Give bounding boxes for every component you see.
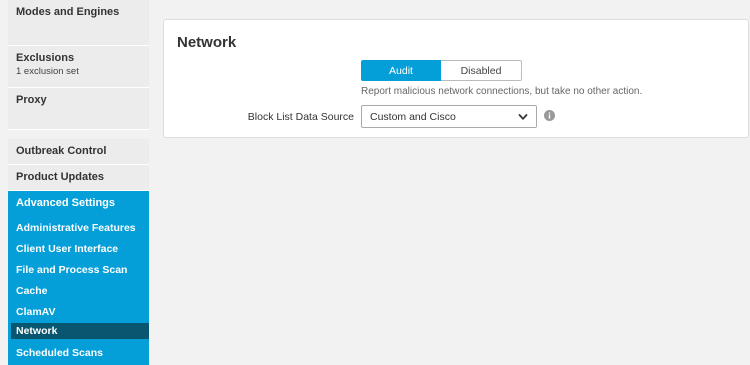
sidebar-item-advanced-settings[interactable]: Advanced Settings xyxy=(8,191,149,215)
sidebar-item-label: Proxy xyxy=(16,94,47,106)
sidebar-subitem-administrative-features[interactable]: Administrative Features xyxy=(11,220,149,236)
sidebar-item-subtitle: 1 exclusion set xyxy=(16,66,79,77)
sidebar-subitem-network[interactable]: Network xyxy=(11,323,149,339)
sidebar-item-label: Modes and Engines xyxy=(16,6,120,18)
sidebar: Modes and Engines Exclusions 1 exclusion… xyxy=(8,0,149,365)
sidebar-subitem-client-user-interface[interactable]: Client User Interface xyxy=(11,241,149,257)
sidebar-subitem-scheduled-scans[interactable]: Scheduled Scans xyxy=(11,345,149,361)
sidebar-subitem-file-and-process-scan[interactable]: File and Process Scan xyxy=(11,262,149,278)
disabled-mode-button[interactable]: Disabled xyxy=(441,60,522,81)
block-list-label: Block List Data Source xyxy=(247,111,354,123)
sidebar-item-modes-and-engines[interactable]: Modes and Engines xyxy=(8,0,149,46)
chevron-down-icon xyxy=(518,112,528,122)
network-settings-panel: Network Audit Disabled Report malicious … xyxy=(163,19,749,138)
sidebar-item-proxy[interactable]: Proxy xyxy=(8,88,149,130)
sidebar-item-label: Outbreak Control xyxy=(16,145,107,157)
block-list-selected-value: Custom and Cisco xyxy=(370,110,456,123)
mode-description: Report malicious network connections, bu… xyxy=(361,86,643,97)
sidebar-item-outbreak-control[interactable]: Outbreak Control xyxy=(8,139,149,165)
sidebar-item-product-updates[interactable]: Product Updates xyxy=(8,165,149,191)
sidebar-item-label: Exclusions xyxy=(16,52,75,64)
advanced-settings-group: Advanced Settings Administrative Feature… xyxy=(8,191,149,365)
sidebar-subitem-clamav[interactable]: ClamAV xyxy=(11,304,149,320)
sidebar-item-exclusions[interactable]: Exclusions 1 exclusion set xyxy=(8,46,149,88)
sidebar-subitem-cache[interactable]: Cache xyxy=(11,283,149,299)
audit-mode-button[interactable]: Audit xyxy=(361,60,441,81)
sidebar-item-label: Product Updates xyxy=(16,171,105,183)
mode-toggle: Audit Disabled xyxy=(361,60,522,81)
page-title: Network xyxy=(177,34,237,51)
block-list-select[interactable]: Custom and Cisco xyxy=(361,105,537,128)
info-icon[interactable] xyxy=(544,110,555,121)
